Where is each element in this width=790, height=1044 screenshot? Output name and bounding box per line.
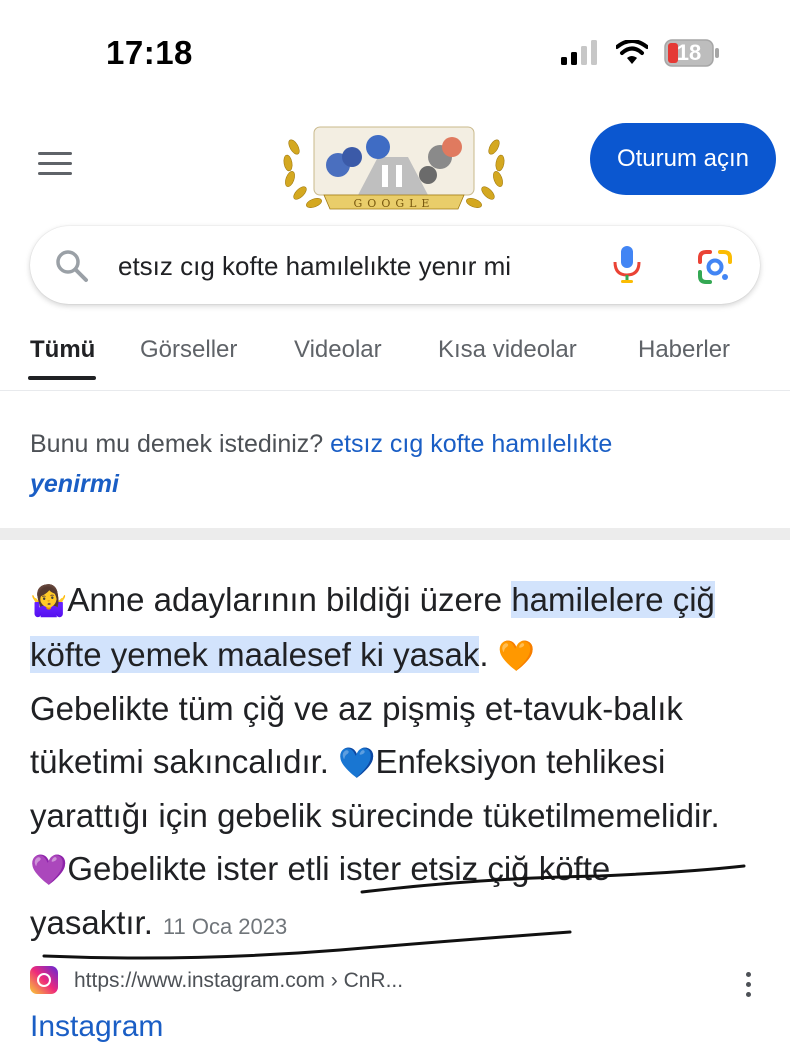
search-icon <box>56 250 88 282</box>
suggestion-prefix: Bunu mu demek istediniz? <box>30 430 324 458</box>
sign-in-button[interactable]: Oturum açın <box>590 123 776 195</box>
menu-icon[interactable] <box>38 152 72 176</box>
active-tab-indicator <box>28 376 96 380</box>
blue-heart-emoji: 💙 <box>338 746 376 780</box>
tab-all[interactable]: Tümü <box>30 336 95 364</box>
cellular-signal-icon <box>561 40 597 65</box>
handdrawn-underline <box>42 930 572 960</box>
tab-videos[interactable]: Videolar <box>294 336 382 364</box>
battery-icon: 18 <box>664 39 720 67</box>
status-time: 17:18 <box>106 34 193 71</box>
snippet-text-before: Anne adaylarının bildiği üzere <box>67 581 512 618</box>
purple-heart-emoji: 💜 <box>30 853 68 887</box>
suggestion-bold: yenirmi <box>30 470 119 498</box>
spelling-suggestion: Bunu mu demek istediniz? etsız cıg kofte… <box>30 424 760 504</box>
tab-images[interactable]: Görseller <box>140 336 237 364</box>
search-input[interactable]: etsız cıg kofte hamılelıkte yenır mi <box>118 244 560 288</box>
tab-news[interactable]: Haberler <box>638 336 730 364</box>
google-lens-icon[interactable] <box>696 248 734 286</box>
battery-level: 18 <box>676 40 702 65</box>
instagram-favicon-icon <box>30 966 58 994</box>
doodle-banner-text: GOOGLE <box>354 197 435 210</box>
wifi-icon <box>616 40 648 64</box>
section-divider <box>0 528 790 540</box>
tabs-divider <box>0 390 790 391</box>
google-doodle[interactable]: GOOGLE <box>278 117 510 217</box>
voice-search-icon[interactable] <box>612 244 642 286</box>
shrug-emoji: 🤷‍♀️ <box>30 585 68 618</box>
more-options-icon[interactable] <box>740 972 756 1006</box>
search-tabs: Tümü Görseller Videolar Kısa videolar Ha… <box>0 336 790 390</box>
handdrawn-underline <box>360 864 746 894</box>
result-title-link[interactable]: Instagram <box>30 1010 163 1044</box>
orange-heart-emoji: 🧡 <box>497 639 536 673</box>
tab-short-videos[interactable]: Kısa videolar <box>438 336 577 364</box>
source-url[interactable]: https://www.instagram.com › CnR... <box>74 969 403 993</box>
